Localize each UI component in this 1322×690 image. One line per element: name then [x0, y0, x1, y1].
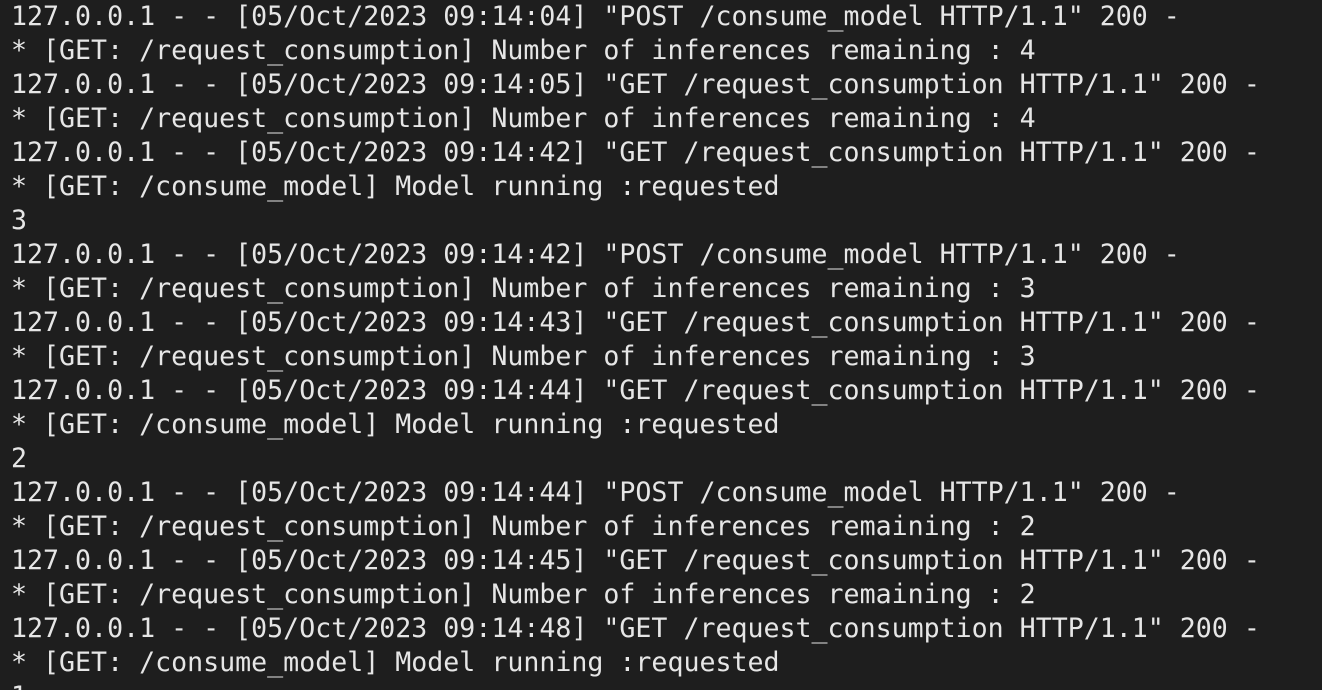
log-line-message: * [GET: /request_consumption] Number of …: [11, 35, 1036, 66]
log-line-message: * [GET: /consume_model] Model running :r…: [11, 171, 780, 202]
log-line-access: 127.0.0.1 - - [05/Oct/2023 09:14:42] "GE…: [11, 137, 1260, 168]
log-line-access: 127.0.0.1 - - [05/Oct/2023 09:14:43] "GE…: [11, 307, 1260, 338]
log-line-message: * [GET: /request_consumption] Number of …: [11, 273, 1036, 304]
log-line-message: * [GET: /consume_model] Model running :r…: [11, 409, 780, 440]
log-line-message: * [GET: /request_consumption] Number of …: [11, 341, 1036, 372]
log-line-access: 127.0.0.1 - - [05/Oct/2023 09:14:44] "GE…: [11, 375, 1260, 406]
log-line-access: 127.0.0.1 - - [05/Oct/2023 09:14:04] "PO…: [11, 1, 1180, 32]
log-line-message: * [GET: /request_consumption] Number of …: [11, 103, 1036, 134]
terminal-output: 127.0.0.1 - - [05/Oct/2023 09:14:04] "PO…: [11, 0, 1260, 690]
log-line-count: 3: [11, 205, 28, 236]
log-line-access: 127.0.0.1 - - [05/Oct/2023 09:14:05] "GE…: [11, 69, 1260, 100]
log-line-access: 127.0.0.1 - - [05/Oct/2023 09:14:45] "GE…: [11, 545, 1260, 576]
terminal-window: 127.0.0.1 - - [05/Oct/2023 09:14:04] "PO…: [0, 0, 1322, 690]
log-line-count: 2: [11, 443, 28, 474]
log-line-message: * [GET: /consume_model] Model running :r…: [11, 647, 780, 678]
log-line-access: 127.0.0.1 - - [05/Oct/2023 09:14:42] "PO…: [11, 239, 1180, 270]
log-line-message: * [GET: /request_consumption] Number of …: [11, 579, 1036, 610]
log-line-access: 127.0.0.1 - - [05/Oct/2023 09:14:48] "GE…: [11, 613, 1260, 644]
log-line-access: 127.0.0.1 - - [05/Oct/2023 09:14:44] "PO…: [11, 477, 1180, 508]
log-line-count: 1: [11, 680, 1260, 690]
log-line-message: * [GET: /request_consumption] Number of …: [11, 511, 1036, 542]
